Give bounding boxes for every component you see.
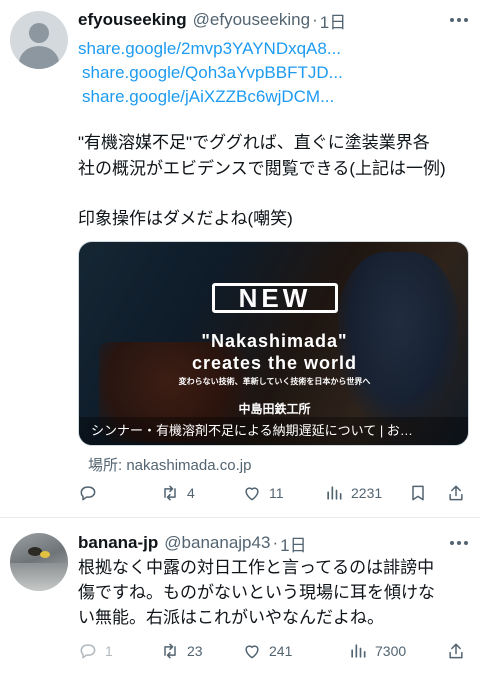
timestamp[interactable]: 1日 (320, 8, 346, 33)
card-title: シンナー・有機溶剤不足による納期遅延について | お… (79, 417, 468, 445)
card-headline-1: "Nakashimada" (201, 331, 348, 351)
tweet-text-paragraph-2: 印象操作はダメだよね(嘲笑) (78, 209, 293, 228)
separator-dot: · (272, 533, 279, 552)
repost-icon (164, 485, 176, 501)
like-button[interactable]: 11 (242, 478, 284, 508)
separator-dot: · (312, 10, 318, 29)
reply-button[interactable] (78, 478, 105, 508)
share-icon (449, 643, 463, 659)
bookmark-icon (412, 485, 424, 501)
card-logo-text: NEW (238, 282, 312, 313)
more-horizontal-icon (450, 18, 454, 22)
repost-button[interactable]: 4 (160, 478, 195, 508)
bookmark-button[interactable] (408, 478, 428, 508)
action-bar: 1 23 241 7300 (78, 636, 468, 666)
like-count: 241 (269, 643, 293, 659)
tweet-text: 根拠なく中露の対日工作と言ってるのは誹謗中 傷ですね。ものがないという現場に耳を… (78, 558, 435, 627)
heart-icon (245, 487, 259, 501)
card-source[interactable]: 場所: nakashimada.co.jp (88, 454, 251, 475)
more-horizontal-icon (450, 541, 454, 545)
repost-button[interactable]: 23 (160, 636, 203, 666)
author-name[interactable]: efyouseeking (78, 10, 187, 30)
tweet-text-paragraph-1: "有機溶媒不足"でググれば、直ぐに塗装業界各 社の概況がエビデンスで閲覧できる(… (78, 133, 446, 178)
avatar-body-shape (19, 46, 59, 69)
heart-icon (245, 645, 259, 659)
tweet-header: efyouseeking @efyouseeking · 1日 (78, 8, 346, 32)
author-handle[interactable]: @efyouseeking (193, 10, 310, 30)
card-headline-2: creates the world (191, 353, 358, 373)
views-button[interactable]: 2231 (324, 478, 382, 508)
share-icon (449, 485, 463, 501)
action-bar: 4 11 2231 (78, 478, 468, 508)
like-count: 11 (269, 485, 284, 501)
views-count: 2231 (351, 485, 383, 501)
author-name[interactable]: banana-jp (78, 533, 158, 553)
reply-count: 1 (105, 643, 113, 659)
views-bar-icon (351, 644, 366, 658)
reply-button[interactable]: 1 (78, 636, 113, 666)
repost-count: 23 (187, 643, 203, 659)
repost-count: 4 (187, 485, 195, 501)
reply-icon (80, 486, 96, 501)
timestamp[interactable]: 1日 (280, 531, 306, 556)
tweet[interactable]: efyouseeking @efyouseeking · 1日 share.go… (0, 0, 480, 517)
card-logo: NEW (212, 283, 338, 313)
tweet-header: banana-jp @bananajp43 · 1日 (78, 531, 307, 555)
views-bar-icon (327, 486, 342, 500)
link-preview-card[interactable]: NEW "Nakashimada" creates the world 変わらな… (78, 241, 469, 446)
link-3[interactable]: share.google/jAiXZZBc6wjDCM... (82, 85, 334, 109)
share-button[interactable] (446, 478, 466, 508)
link-1[interactable]: share.google/2mvp3YAYNDxqA8... (78, 37, 341, 61)
more-options-button[interactable] (448, 9, 470, 31)
reply-icon (80, 644, 96, 659)
avatar[interactable] (10, 11, 68, 69)
views-count: 7300 (375, 643, 407, 659)
link-2[interactable]: share.google/Qoh3aYvpBBFTJD... (82, 61, 343, 85)
like-button[interactable]: 241 (242, 636, 292, 666)
more-options-button[interactable] (448, 532, 470, 554)
repost-icon (164, 643, 176, 659)
views-button[interactable]: 7300 (348, 636, 406, 666)
avatar[interactable] (10, 533, 68, 591)
share-button[interactable] (446, 636, 466, 666)
avatar-head-shape (29, 23, 49, 43)
card-tagline: 変わらない技術、革新していく技術を日本から世界へ (178, 377, 371, 386)
author-handle[interactable]: @bananajp43 (164, 533, 270, 553)
card-company: 中島田鉄工所 (238, 402, 311, 416)
